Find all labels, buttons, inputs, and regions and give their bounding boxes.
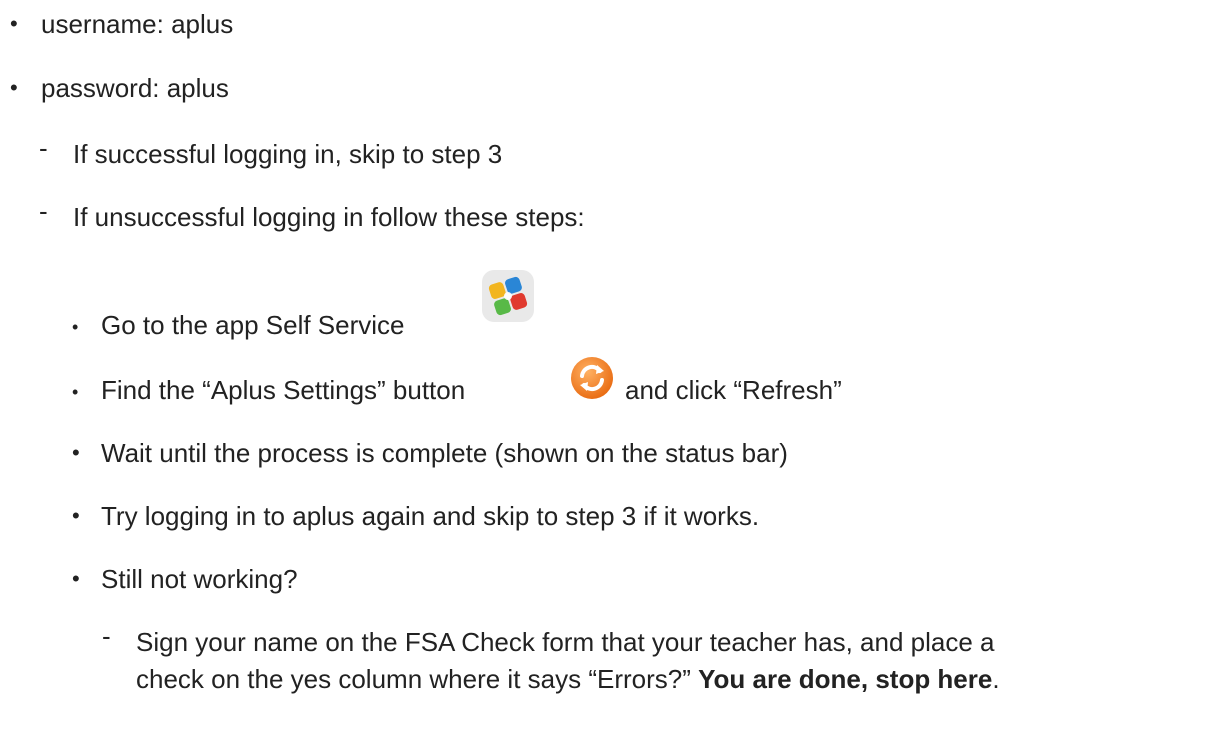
final-period: .	[992, 664, 1000, 694]
bullet-dot: •	[72, 566, 80, 591]
done-emphasis: You are done, stop here	[698, 664, 993, 694]
find-settings-post: and click “Refresh”	[625, 375, 842, 405]
bullet-dot: •	[10, 75, 18, 100]
bullet-dot: •	[72, 317, 79, 337]
unsuccessful-text: If unsuccessful logging in follow these …	[73, 202, 585, 232]
success-text: If successful logging in, skip to step 3	[73, 139, 503, 169]
final-line-2: check on the yes column where it says “E…	[136, 662, 1000, 696]
wait-text: Wait until the process is complete (show…	[101, 438, 788, 468]
bullet-dot: •	[10, 11, 18, 36]
bullet-dot: •	[72, 440, 80, 465]
final-line-1: Sign your name on the FSA Check form tha…	[136, 627, 995, 657]
bullet-dot: •	[72, 503, 80, 528]
self-service-app-icon	[482, 270, 534, 322]
final-line-2-text: check on the yes column where it says “E…	[136, 664, 691, 694]
dash-marker: -	[39, 196, 48, 226]
dash-marker: -	[102, 621, 111, 651]
retry-text: Try logging in to aplus again and skip t…	[101, 501, 760, 531]
orange-refresh-icon	[571, 357, 613, 399]
still-not-working-text: Still not working?	[101, 564, 298, 594]
find-settings-text: Find the “Aplus Settings” button	[101, 373, 465, 407]
bullet-dot: •	[72, 382, 79, 402]
find-settings-pre: Find the “Aplus Settings” button	[101, 375, 466, 405]
dash-marker: -	[39, 133, 48, 163]
password-text: password: aplus	[41, 73, 229, 103]
username-text: username: aplus	[41, 9, 234, 39]
self-service-text: Go to the app Self Service	[101, 310, 405, 340]
